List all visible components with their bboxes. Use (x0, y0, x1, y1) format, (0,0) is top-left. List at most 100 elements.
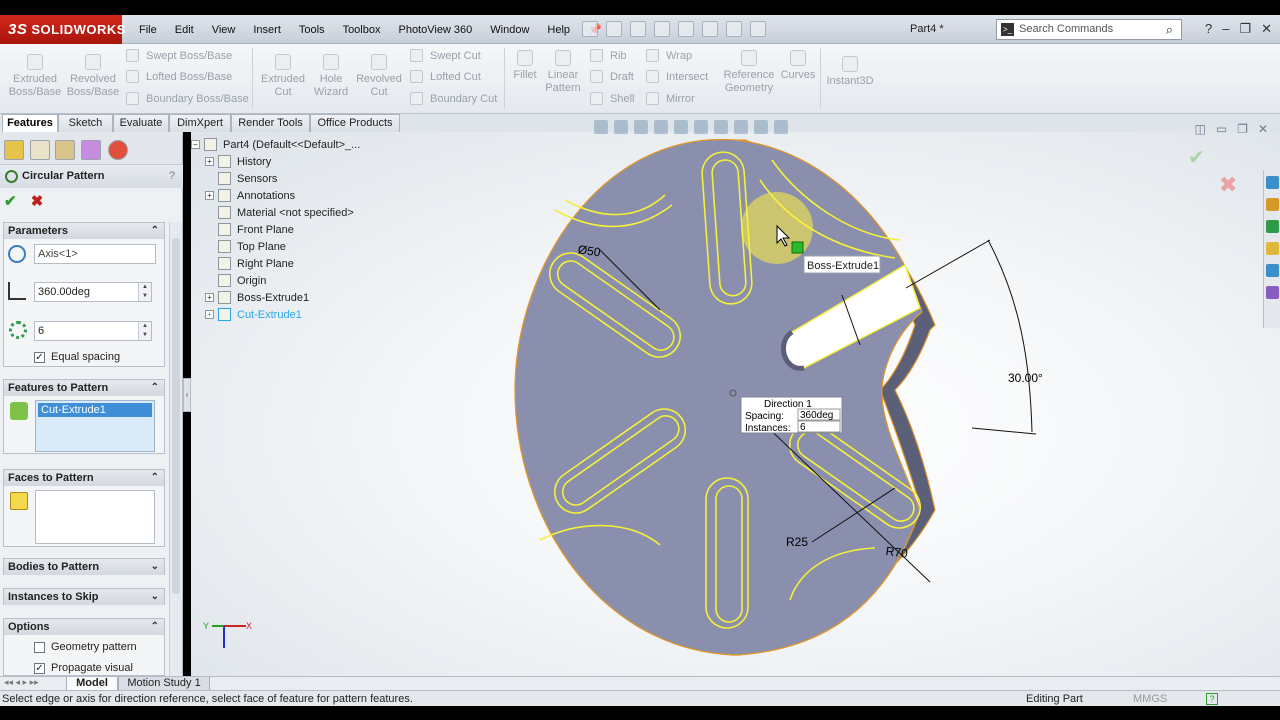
tree-item-label: Cut-Extrude1 (237, 308, 302, 321)
design-library-icon[interactable] (1266, 198, 1279, 211)
zoom-area-icon[interactable] (614, 120, 628, 134)
direction-callout[interactable]: Direction 1 Spacing: 360deg Instances: 6 (740, 396, 843, 434)
angle-spinner[interactable]: ▲ ▼ (138, 283, 151, 301)
viewport-minimize-icon[interactable]: ▭ (1216, 122, 1227, 136)
tab-nav-icon[interactable]: ◂◂ ◂ ▸ ▸▸ (4, 677, 39, 688)
display-style-icon[interactable] (694, 120, 708, 134)
tree-item-sensors[interactable]: Sensors (218, 170, 277, 187)
tree-root[interactable]: − Part4 (Default<<Default>_... (191, 136, 360, 153)
expand-chevron-icon[interactable]: ⌄ (151, 559, 159, 575)
tree-item-cut-extrude1[interactable]: + Cut-Extrude1 (205, 306, 302, 323)
dimension-angle[interactable]: 30.00° (1008, 371, 1043, 385)
collapse-chevron-icon[interactable]: ⌃ (151, 470, 159, 486)
propagate-visual-checkbox[interactable]: ✓ Propagate visual (34, 662, 133, 674)
bodies-to-pattern-header[interactable]: Bodies to Pattern ⌄ (4, 559, 164, 575)
file-explorer-icon[interactable] (1266, 220, 1279, 233)
tree-item-history[interactable]: + History (205, 153, 271, 170)
plane-icon (218, 223, 231, 236)
collapse-icon[interactable]: − (191, 140, 200, 149)
property-manager-icon[interactable] (30, 140, 50, 160)
property-manager-panel: Circular Pattern ? ✔ ✖ Parameters ⌃ Axis<… (0, 132, 183, 676)
geometry-pattern-checkbox[interactable]: Geometry pattern (34, 641, 137, 653)
callout-title: Direction 1 (764, 399, 812, 410)
view-settings-icon[interactable] (774, 120, 788, 134)
instances-value: 6 (38, 325, 45, 337)
instances-field[interactable]: 6 ▲ ▼ (34, 321, 152, 341)
letterbox-bar (0, 706, 1280, 720)
collapse-chevron-icon[interactable]: ⌃ (151, 619, 159, 635)
ok-cancel-row: ✔ ✖ (4, 192, 43, 210)
appearances-icon[interactable] (1266, 264, 1279, 277)
custom-properties-icon[interactable] (1266, 286, 1279, 299)
triad-x-label: X (246, 621, 252, 631)
panel-scrollbar[interactable] (169, 222, 182, 676)
scene-icon[interactable] (754, 120, 768, 134)
confirm-corner-cancel-icon[interactable]: ✖ (1219, 172, 1237, 198)
tree-item-annotations[interactable]: + Annotations (205, 187, 295, 204)
callout-instances-value[interactable]: 6 (800, 422, 806, 433)
tab-model[interactable]: Model (66, 677, 118, 691)
direction-reference-icon[interactable] (8, 245, 26, 263)
expand-chevron-icon[interactable]: ⌄ (151, 589, 159, 605)
axis-field[interactable]: Axis<1> (34, 244, 156, 264)
section-view-icon[interactable] (654, 120, 668, 134)
view-orientation-icon[interactable] (674, 120, 688, 134)
resources-icon[interactable] (1266, 176, 1279, 189)
expand-icon[interactable]: + (205, 191, 214, 200)
collapse-chevron-icon[interactable]: ⌃ (151, 223, 159, 239)
cancel-button[interactable]: ✖ (31, 193, 44, 210)
tree-item-boss-extrude1[interactable]: + Boss-Extrude1 (205, 289, 309, 306)
circular-pattern-icon (5, 170, 18, 183)
dimension-r25[interactable]: R25 (786, 535, 808, 549)
expand-icon[interactable]: + (205, 157, 214, 166)
tree-item-right-plane[interactable]: Right Plane (218, 255, 294, 272)
confirm-corner-ok-icon[interactable]: ✔ (1188, 145, 1205, 170)
ok-button[interactable]: ✔ (4, 193, 17, 210)
faces-to-pattern-header[interactable]: Faces to Pattern ⌃ (4, 470, 164, 486)
callout-spacing-value[interactable]: 360deg (800, 410, 833, 421)
appearance-icon[interactable] (734, 120, 748, 134)
instances-spinner[interactable]: ▲ ▼ (138, 322, 151, 340)
viewport-split-icon[interactable]: ◫ (1194, 122, 1205, 136)
viewport-close-icon[interactable]: ✕ (1258, 122, 1268, 136)
options-header[interactable]: Options ⌃ (4, 619, 164, 635)
bodies-to-pattern-title: Bodies to Pattern (8, 561, 100, 573)
panel-splitter[interactable]: ‹ (183, 378, 191, 412)
display-manager-icon[interactable] (108, 140, 128, 160)
hide-show-icon[interactable] (714, 120, 728, 134)
angle-field[interactable]: 360.00deg ▲ ▼ (34, 282, 152, 302)
help-icon[interactable]: ? (169, 165, 175, 188)
view-palette-icon[interactable] (1266, 242, 1279, 255)
model-graphics: Ø50 30.00° R25 R70 Boss-Extrude1 Directi… (203, 138, 1043, 656)
dimxpert-manager-icon[interactable] (81, 140, 101, 160)
instances-to-skip-header[interactable]: Instances to Skip ⌄ (4, 589, 164, 605)
model-tabs-bar: ◂◂ ◂ ▸ ▸▸ Model Motion Study 1 (0, 676, 1280, 691)
equal-spacing-checkbox[interactable]: ✓ Equal spacing (34, 351, 120, 363)
feature-manager-icon[interactable] (4, 140, 24, 160)
status-help-icon[interactable]: ? (1206, 693, 1218, 705)
status-mode: Editing Part (1026, 693, 1083, 705)
tree-item-material[interactable]: Material <not specified> (218, 204, 354, 221)
tree-item-label: Origin (237, 274, 267, 287)
viewport-restore-icon[interactable]: ❐ (1237, 122, 1248, 136)
annotation-icon (218, 189, 231, 202)
face-selection-icon (10, 492, 28, 510)
status-units[interactable]: MMGS (1133, 691, 1167, 707)
instances-icon (9, 321, 27, 339)
parameters-header[interactable]: Parameters ⌃ (4, 223, 164, 239)
zoom-fit-icon[interactable] (594, 120, 608, 134)
features-list[interactable]: Cut-Extrude1 (35, 400, 155, 452)
tree-item-top-plane[interactable]: Top Plane (218, 238, 286, 255)
collapse-chevron-icon[interactable]: ⌃ (151, 380, 159, 396)
tab-motion-study[interactable]: Motion Study 1 (118, 677, 210, 691)
expand-icon[interactable]: + (205, 310, 214, 319)
configuration-manager-icon[interactable] (55, 140, 75, 160)
features-list-item[interactable]: Cut-Extrude1 (38, 403, 152, 417)
tree-item-front-plane[interactable]: Front Plane (218, 221, 294, 238)
features-to-pattern-header[interactable]: Features to Pattern ⌃ (4, 380, 164, 396)
tree-item-origin[interactable]: Origin (218, 272, 266, 289)
faces-list[interactable] (35, 490, 155, 544)
scrollbar-thumb[interactable] (172, 238, 180, 594)
expand-icon[interactable]: + (205, 293, 214, 302)
previous-view-icon[interactable] (634, 120, 648, 134)
